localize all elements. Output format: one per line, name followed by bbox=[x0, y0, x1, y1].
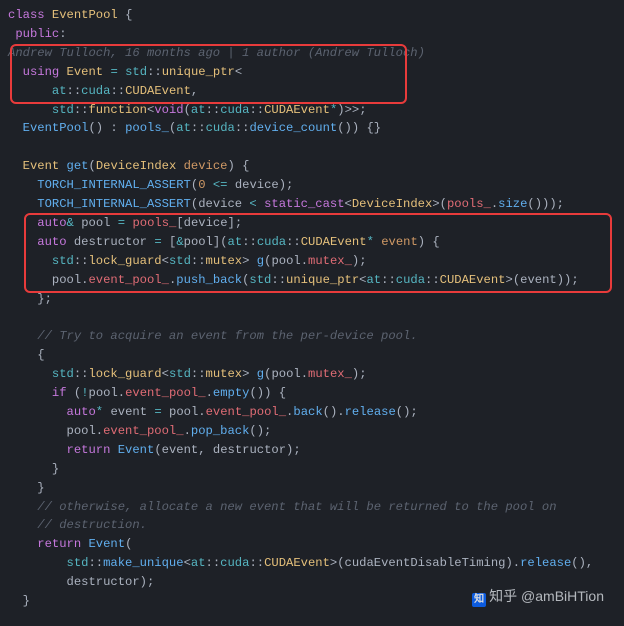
code-line: } bbox=[8, 460, 616, 479]
watermark: 知知乎 @amBiHTion bbox=[472, 586, 604, 608]
code-line: class EventPool { bbox=[8, 6, 616, 25]
code-line: return Event( bbox=[8, 535, 616, 554]
code-line bbox=[8, 309, 616, 328]
code-line: // Try to acquire an event from the per-… bbox=[8, 327, 616, 346]
code-line: EventPool() : pools_(at::cuda::device_co… bbox=[8, 119, 616, 138]
code-line: // destruction. bbox=[8, 516, 616, 535]
code-line: at::cuda::CUDAEvent, bbox=[8, 82, 616, 101]
code-line: std::make_unique<at::cuda::CUDAEvent>(cu… bbox=[8, 554, 616, 573]
code-line: }; bbox=[8, 290, 616, 309]
code-line: auto& pool = pools_[device]; bbox=[8, 214, 616, 233]
code-line: Event get(DeviceIndex device) { bbox=[8, 157, 616, 176]
code-line: pool.event_pool_.pop_back(); bbox=[8, 422, 616, 441]
code-line: std::function<void(at::cuda::CUDAEvent*)… bbox=[8, 101, 616, 120]
code-editor: class EventPool { public: Andrew Tulloch… bbox=[8, 6, 616, 611]
code-line: std::lock_guard<std::mutex> g(pool.mutex… bbox=[8, 365, 616, 384]
code-line bbox=[8, 138, 616, 157]
zhihu-logo-icon: 知 bbox=[472, 593, 486, 607]
code-line: auto* event = pool.event_pool_.back().re… bbox=[8, 403, 616, 422]
code-line: using Event = std::unique_ptr< bbox=[8, 63, 616, 82]
code-line: // otherwise, allocate a new event that … bbox=[8, 498, 616, 517]
git-blame-annotation: Andrew Tulloch, 16 months ago | 1 author… bbox=[8, 44, 616, 63]
code-line: { bbox=[8, 346, 616, 365]
code-line: } bbox=[8, 479, 616, 498]
code-line: if (!pool.event_pool_.empty()) { bbox=[8, 384, 616, 403]
code-line: return Event(event, destructor); bbox=[8, 441, 616, 460]
code-line: TORCH_INTERNAL_ASSERT(device < static_ca… bbox=[8, 195, 616, 214]
code-line: auto destructor = [&pool](at::cuda::CUDA… bbox=[8, 233, 616, 252]
watermark-text: 知乎 @amBiHTion bbox=[489, 588, 604, 604]
code-line: std::lock_guard<std::mutex> g(pool.mutex… bbox=[8, 252, 616, 271]
code-line: TORCH_INTERNAL_ASSERT(0 <= device); bbox=[8, 176, 616, 195]
code-line: public: bbox=[8, 25, 616, 44]
code-line: pool.event_pool_.push_back(std::unique_p… bbox=[8, 271, 616, 290]
